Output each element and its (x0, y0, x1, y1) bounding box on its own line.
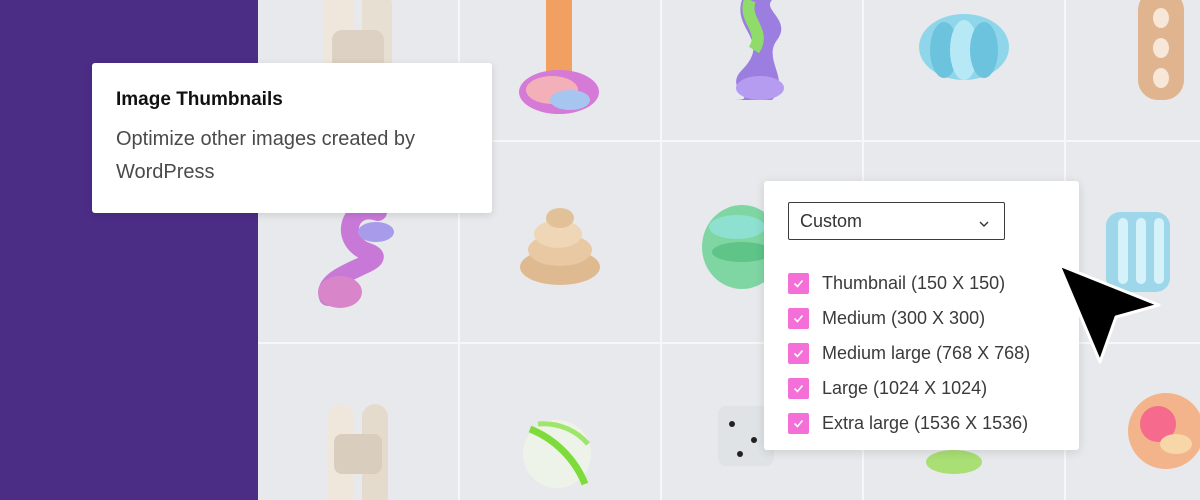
card-description: Optimize other images created by WordPre… (116, 128, 416, 183)
check-icon (793, 314, 804, 323)
medium-checkbox[interactable] (788, 308, 809, 329)
gallery-tile[interactable] (1066, 0, 1200, 140)
check-icon (793, 384, 804, 393)
size-option-label: Extra large (1536 X 1536) (822, 413, 1029, 433)
chevron-down-icon (978, 214, 990, 235)
gallery-image (1128, 393, 1200, 469)
size-preset-dropdown[interactable]: Custom (788, 202, 1005, 240)
check-icon (793, 419, 804, 428)
size-option-label: Thumbnail (150 X 150) (822, 273, 1006, 293)
medium-large-checkbox[interactable] (788, 343, 809, 364)
gallery-tile[interactable] (662, 0, 862, 140)
extra-large-checkbox[interactable] (788, 413, 809, 434)
large-checkbox[interactable] (788, 378, 809, 399)
gallery-tile[interactable] (258, 344, 458, 500)
size-option-extra-large[interactable]: Extra large (1536 X 1536) (788, 406, 1030, 441)
size-preset-value: Custom (800, 210, 863, 231)
size-option-medium[interactable]: Medium (300 X 300) (788, 301, 1030, 336)
thumbnail-sizes-panel: Custom Thumbnail (150 X 150) Medium (300… (764, 181, 1079, 450)
gallery-image (523, 420, 591, 488)
gallery-tile[interactable] (864, 0, 1064, 140)
size-option-large[interactable]: Large (1024 X 1024) (788, 371, 1030, 406)
gallery-tile[interactable] (1066, 344, 1200, 500)
card-title: Image Thumbnails (116, 89, 283, 110)
size-option-label: Medium (300 X 300) (822, 308, 986, 328)
thumbnail-checkbox[interactable] (788, 273, 809, 294)
size-options-list: Thumbnail (150 X 150) Medium (300 X 300)… (788, 266, 1030, 441)
gallery-image (1138, 0, 1184, 100)
gallery-tile[interactable] (460, 344, 660, 500)
image-thumbnails-card: Image Thumbnails Optimize other images c… (92, 63, 492, 213)
size-option-label: Medium large (768 X 768) (822, 343, 1031, 363)
size-option-label: Large (1024 X 1024) (822, 378, 988, 398)
gallery-image (919, 14, 1009, 80)
check-icon (793, 349, 804, 358)
gallery-image (734, 0, 784, 100)
check-icon (793, 279, 804, 288)
size-option-medium-large[interactable]: Medium large (768 X 768) (788, 336, 1030, 371)
size-option-thumbnail[interactable]: Thumbnail (150 X 150) (788, 266, 1030, 301)
gallery-image (328, 404, 388, 500)
mouse-pointer-icon (1057, 263, 1161, 364)
